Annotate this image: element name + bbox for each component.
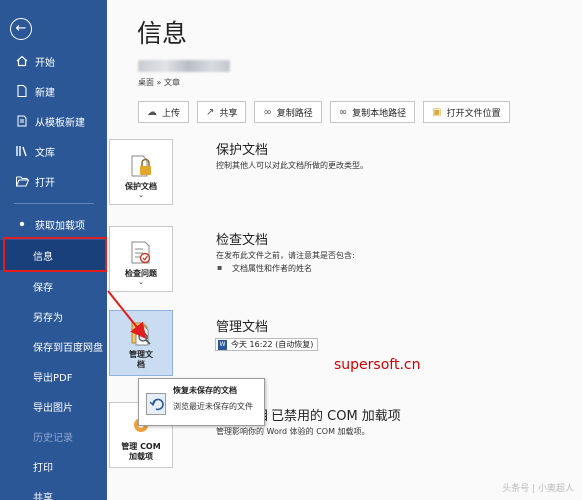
autosave-version[interactable]: W 今天 16:22 (自动恢复) xyxy=(215,338,319,351)
inspect-title: 检查文档 xyxy=(216,233,269,248)
blurred-filename xyxy=(138,60,230,72)
backstage-sidebar: ← 开始 新建 从模板新建 文库 打开 获取加载项 信息 保存 另存为 保存到百… xyxy=(0,0,107,500)
template-icon xyxy=(15,114,29,128)
sidebar-divider xyxy=(14,203,94,204)
nav-export-pdf[interactable]: 导出PDF xyxy=(0,361,107,391)
checklist-icon xyxy=(131,241,151,264)
popup-desc: 浏览最近未保存的文件 xyxy=(173,402,253,411)
share-icon: ↗ xyxy=(206,106,215,118)
nav-get-addins[interactable]: 获取加载项 xyxy=(0,209,107,239)
recover-unsaved-popup[interactable]: 恢复未保存的文档 浏览最近未保存的文件 xyxy=(138,378,265,426)
upload-button[interactable]: ☁ 上传 xyxy=(138,101,190,123)
home-icon xyxy=(15,54,29,68)
chevron-down-icon: ⌄ xyxy=(138,278,144,286)
folder-icon: ▣ xyxy=(432,106,442,118)
upload-icon: ☁ xyxy=(147,106,157,118)
folder-open-icon xyxy=(15,174,29,188)
source-credit: 头条号 | 小奥超人 xyxy=(502,484,574,494)
nav-history: 历史记录 xyxy=(33,432,73,444)
nav-from-template[interactable]: 从模板新建 xyxy=(0,106,107,136)
lock-icon xyxy=(131,155,151,177)
copy-path-button[interactable]: ∞ 复制路径 xyxy=(254,101,322,123)
inspect-document-tile[interactable]: 检查问题 ⌄ xyxy=(109,226,173,292)
highlight-box xyxy=(3,237,107,272)
new-doc-icon xyxy=(15,84,29,98)
document-search-icon xyxy=(131,322,151,346)
library-icon xyxy=(15,144,29,158)
nav-print[interactable]: 打印 xyxy=(0,451,107,481)
manage-title: 管理文档 xyxy=(216,320,269,335)
nav-new[interactable]: 新建 xyxy=(0,76,107,106)
nav-share[interactable]: 共享 xyxy=(0,481,107,500)
recover-document-icon xyxy=(146,393,166,415)
popup-title: 恢复未保存的文档 xyxy=(173,386,237,395)
chevron-down-icon: ⌄ xyxy=(138,191,144,199)
bullet-marker: ▪ xyxy=(217,263,223,272)
protect-desc: 控制其他人可以对此文档所做的更改类型。 xyxy=(216,161,368,170)
manage-document-tile[interactable]: 管理文 档 xyxy=(109,310,173,376)
inspect-bullet: 文档属性和作者的姓名 xyxy=(232,264,312,273)
info-toolbar: ☁ 上传 ↗ 共享 ∞ 复制路径 ∞ 复制本地路径 ▣ 打开文件位置 xyxy=(138,101,518,123)
watermark: supersoft.cn xyxy=(334,357,421,373)
dot-icon xyxy=(15,217,29,231)
page-title: 信息 xyxy=(137,19,188,48)
link-icon: ∞ xyxy=(338,106,348,118)
protect-document-tile[interactable]: 保护文档 ⌄ xyxy=(109,139,173,205)
back-arrow-icon[interactable]: ← xyxy=(10,18,32,40)
inspect-desc: 在发布此文件之前，请注意其是否包含: xyxy=(216,251,355,260)
link-icon: ∞ xyxy=(263,106,272,118)
word-doc-icon: W xyxy=(218,339,227,350)
nav-library[interactable]: 文库 xyxy=(0,136,107,166)
com-desc: 管理影响你的 Word 体验的 COM 加载项。 xyxy=(216,427,370,436)
com-title: 已禁用的 COM 加载项 xyxy=(271,409,401,424)
nav-save-as[interactable]: 另存为 xyxy=(0,301,107,331)
copy-local-path-button[interactable]: ∞ 复制本地路径 xyxy=(329,101,416,123)
nav-export-image[interactable]: 导出图片 xyxy=(0,391,107,421)
breadcrumb: 桌面 » 文章 xyxy=(138,78,180,87)
protect-title: 保护文档 xyxy=(216,143,269,158)
open-file-location-button[interactable]: ▣ 打开文件位置 xyxy=(423,101,510,123)
share-button[interactable]: ↗ 共享 xyxy=(197,101,247,123)
nav-save[interactable]: 保存 xyxy=(0,271,107,301)
nav-open[interactable]: 打开 xyxy=(0,166,107,196)
nav-home[interactable]: 开始 xyxy=(0,46,107,76)
nav-save-baidu[interactable]: 保存到百度网盘 xyxy=(0,331,107,361)
